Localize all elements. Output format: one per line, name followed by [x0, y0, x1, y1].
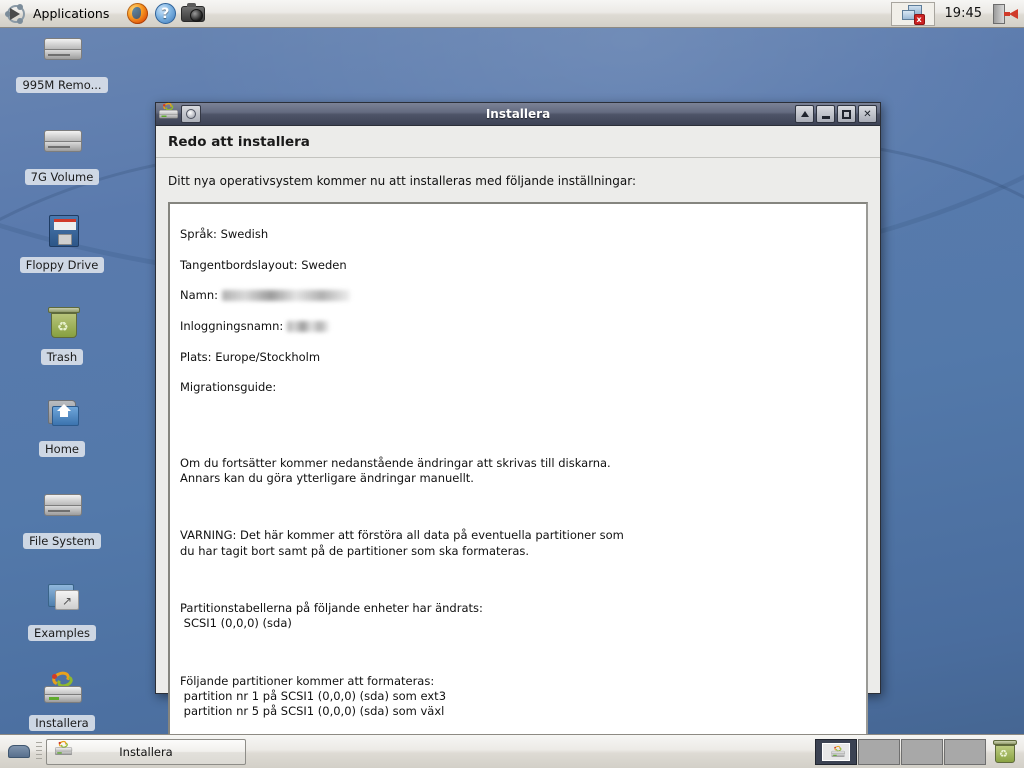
screenshot-camera-icon[interactable] — [181, 2, 206, 26]
window-title: Installera — [485, 107, 551, 121]
show-desktop-icon — [8, 744, 30, 758]
arrow-up-icon — [800, 111, 809, 117]
summary-gap-4 — [180, 647, 856, 659]
maximize-button[interactable] — [837, 105, 856, 123]
logout-icon[interactable] — [992, 3, 1018, 24]
summary-line-login: Inloggningsnamn: — [180, 319, 856, 334]
summary-paragraph-format: Följande partitioner kommer att formater… — [180, 673, 447, 719]
drive-icon — [38, 122, 86, 166]
window-menu-icon — [186, 109, 196, 119]
summary-login-label: Inloggningsnamn: — [180, 318, 284, 333]
summary-paragraph-warning: VARNING: Det här kommer att förstöra all… — [180, 528, 624, 558]
minimize-button[interactable] — [816, 105, 835, 123]
summary-paragraph-tables: Partitionstabellerna på följande enheter… — [180, 601, 483, 631]
taskbar-item-label: Installera — [119, 744, 173, 759]
panel-status-area: x 19:45 — [890, 1, 1024, 26]
summary-text: Språk: Swedish Tangentbordslayout: Swede… — [180, 212, 856, 750]
summary-panel[interactable]: Språk: Swedish Tangentbordslayout: Swede… — [168, 202, 868, 761]
drive-icon — [38, 30, 86, 74]
network-error-badge: x — [913, 13, 925, 25]
intro-text: Ditt nya operativsystem kommer nu att in… — [168, 174, 636, 188]
clock[interactable]: 19:45 — [939, 6, 988, 21]
summary-gap-3 — [180, 574, 856, 586]
installer-icon — [159, 101, 179, 124]
summary-line-name: Namn: — [180, 288, 856, 303]
window-titlebar[interactable]: Installera ✕ — [156, 101, 880, 126]
desktop-icon-label: 995M Remo... — [16, 77, 108, 93]
examples-folder-icon: ↗ — [38, 578, 86, 622]
show-desktop-button[interactable] — [6, 741, 32, 763]
maximize-icon — [842, 109, 851, 119]
desktop-icon-home[interactable]: Home — [14, 394, 110, 457]
summary-name-label: Namn: — [180, 288, 219, 303]
workspace-window-thumbnail — [822, 742, 850, 761]
close-button[interactable]: ✕ — [858, 105, 877, 123]
minimize-icon — [821, 115, 830, 119]
window-body: Ditt nya operativsystem kommer nu att in… — [156, 158, 880, 768]
desktop-icon-label: Trash — [40, 349, 84, 365]
desktop-icon-label: Home — [39, 441, 85, 457]
installer-icon — [55, 739, 73, 760]
desktop-icon-label: Installera — [29, 715, 95, 731]
firefox-icon[interactable] — [125, 2, 149, 26]
ubuntu-logo-icon — [5, 3, 26, 24]
top-panel: Applications ? x 19:45 — [0, 0, 1024, 28]
summary-line-migration: Migrationsguide: — [180, 380, 277, 395]
taskbar-trash-icon[interactable]: ♻ — [993, 739, 1017, 764]
workspace-4[interactable] — [944, 738, 986, 765]
redacted-name-value — [221, 290, 350, 302]
redacted-login-value — [286, 320, 329, 332]
floppy-disk-icon — [38, 210, 86, 254]
desktop-icon-995m-removable[interactable]: 995M Remo... — [14, 30, 110, 93]
desktop-icon-installera[interactable]: Installera — [14, 668, 110, 731]
desktop-icon-examples[interactable]: ↗ Examples — [14, 578, 110, 641]
desktop-icon-label: File System — [23, 533, 101, 549]
network-disconnected-icon[interactable]: x — [890, 1, 935, 26]
shade-button[interactable] — [795, 105, 814, 123]
applications-menu[interactable]: Applications — [0, 2, 115, 26]
page-title-label: Redo att installera — [168, 133, 310, 150]
window-menu-button[interactable] — [181, 105, 201, 123]
applications-menu-label: Applications — [33, 6, 110, 21]
help-icon[interactable]: ? — [153, 2, 177, 26]
summary-gap — [180, 411, 856, 441]
close-icon: ✕ — [863, 108, 872, 120]
desktop-icon-label: Floppy Drive — [19, 257, 105, 273]
desktop-icon-label: Examples — [28, 625, 96, 641]
summary-line-language: Språk: Swedish — [180, 227, 269, 242]
summary-gap-2 — [180, 502, 856, 514]
desktop-icon-file-system[interactable]: File System — [14, 486, 110, 549]
taskbar-item-installera[interactable]: Installera — [46, 738, 246, 765]
desktop-icon-7g-volume[interactable]: 7G Volume — [14, 122, 110, 185]
workspace-3[interactable] — [901, 738, 943, 765]
trash-icon: ♻ — [38, 302, 86, 346]
page-title: Redo att installera — [156, 126, 880, 158]
workspace-switcher — [815, 738, 986, 765]
taskbar-grip-handle[interactable] — [36, 741, 42, 762]
summary-paragraph-continue: Om du fortsätter kommer nedanstående änd… — [180, 455, 611, 486]
installer-window: Installera ✕ Redo att installera Ditt ny… — [155, 101, 881, 761]
desktop-icon-label: 7G Volume — [24, 169, 100, 185]
desktop-screen: Applications ? x 19:45 995M Remo... 7G V… — [0, 0, 1024, 768]
home-folder-icon — [38, 394, 86, 438]
summary-line-keyboard: Tangentbordslayout: Sweden — [180, 257, 347, 272]
drive-icon — [38, 486, 86, 530]
workspace-1[interactable] — [815, 738, 857, 765]
window-controls: ✕ — [795, 105, 877, 123]
installer-icon — [38, 668, 86, 712]
bottom-panel: Installera ♻ — [0, 734, 1024, 768]
desktop-icon-trash[interactable]: ♻ Trash — [14, 302, 110, 365]
workspace-2[interactable] — [858, 738, 900, 765]
desktop-icon-floppy-drive[interactable]: Floppy Drive — [14, 210, 110, 273]
summary-line-location: Plats: Europe/Stockholm — [180, 349, 321, 364]
